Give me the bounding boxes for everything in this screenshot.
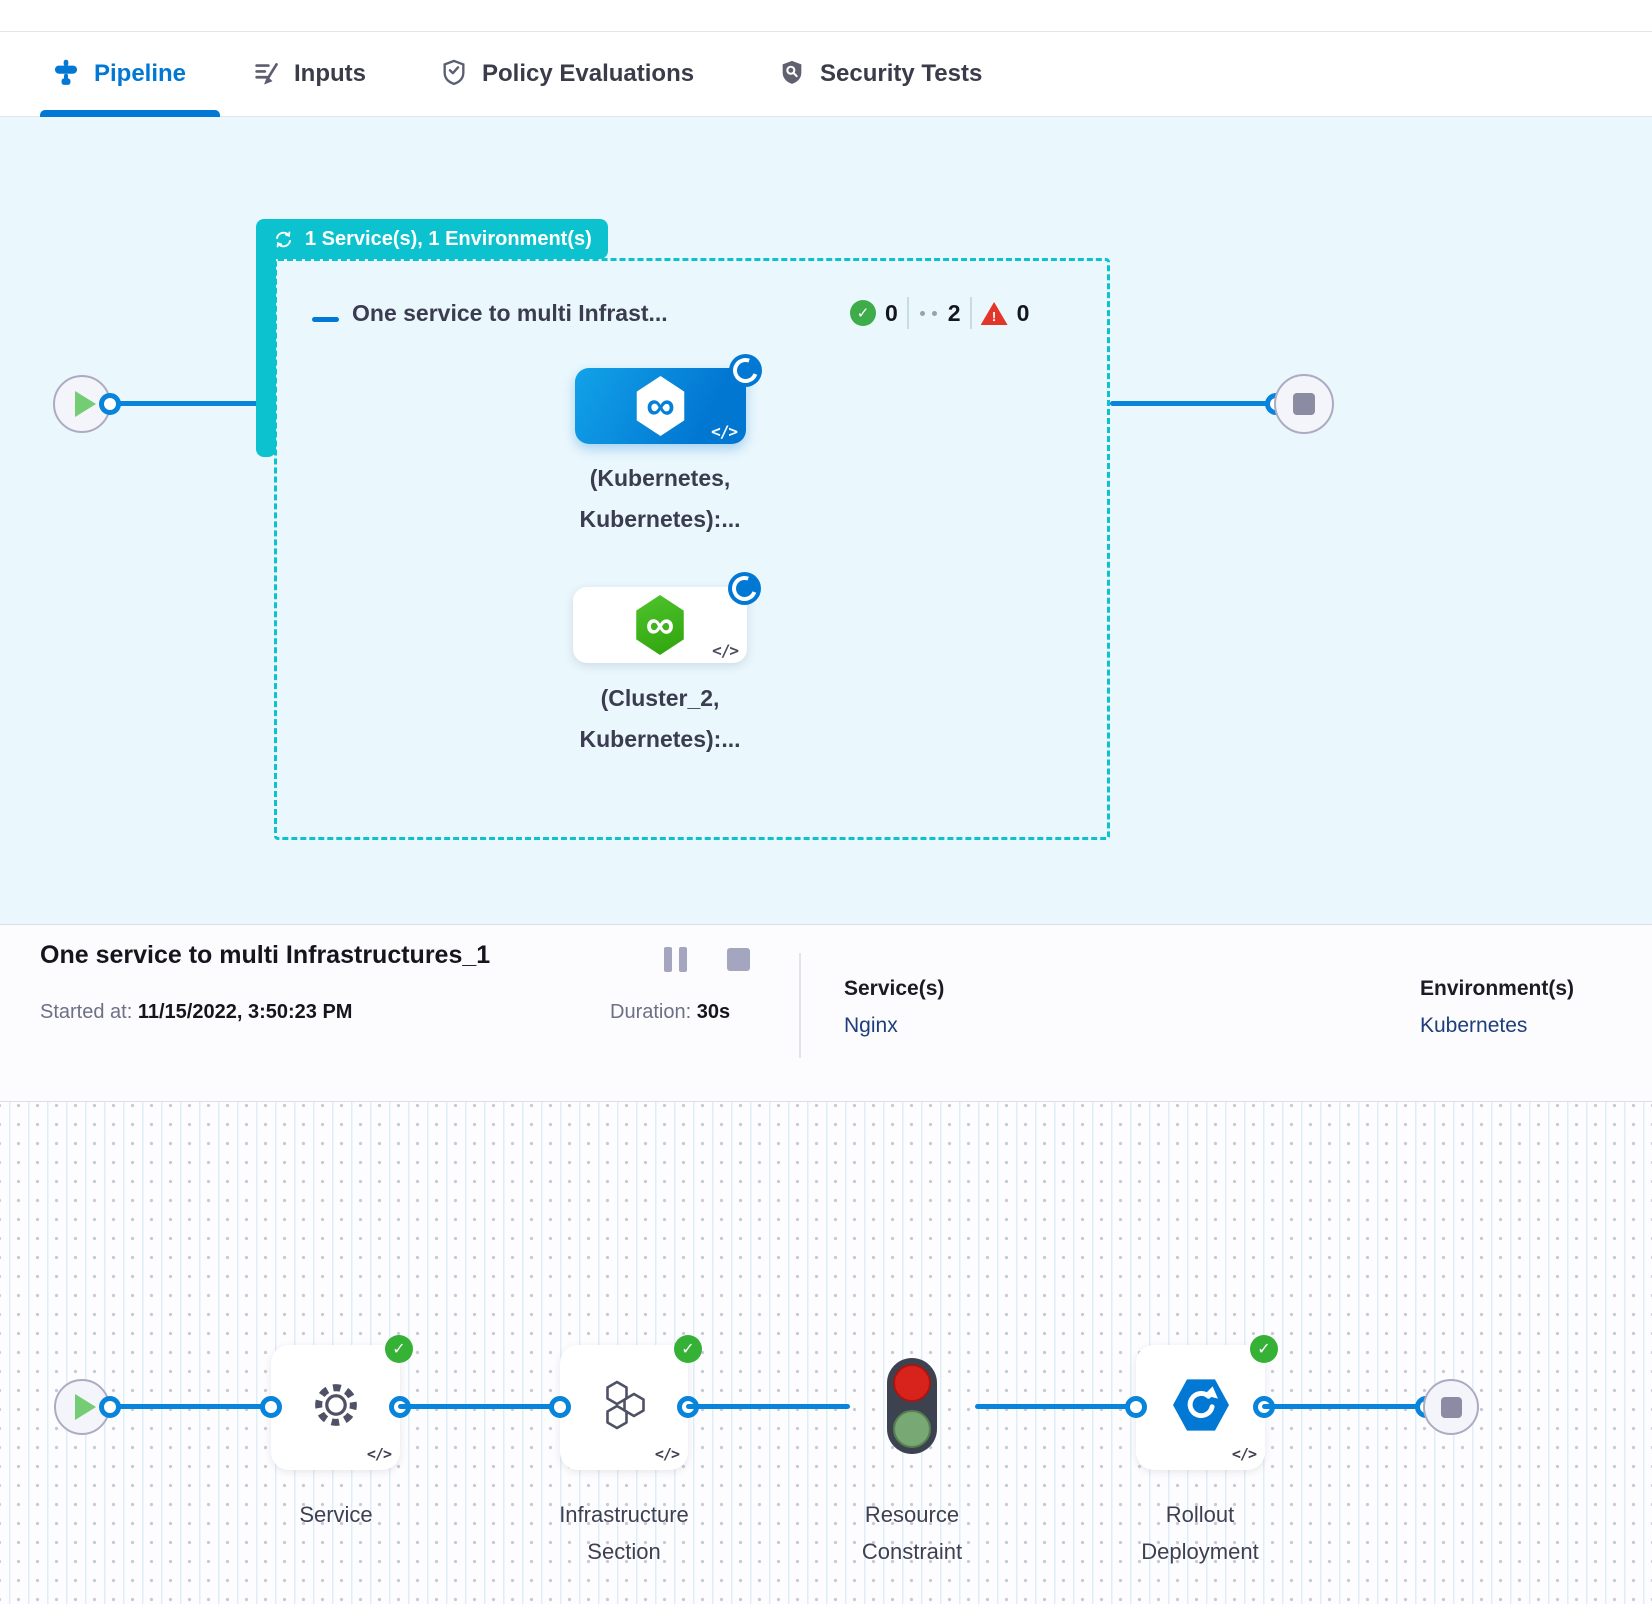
stop-icon xyxy=(1293,393,1315,415)
window-top-strip xyxy=(0,0,1652,32)
code-icon: </> xyxy=(1232,1445,1256,1463)
service-environment-badge-label: 1 Service(s), 1 Environment(s) xyxy=(305,228,592,251)
pipeline-icon xyxy=(52,58,80,91)
inputs-icon xyxy=(252,58,280,91)
stage-label-service: Service xyxy=(221,1496,451,1533)
tab-bar: Pipeline Inputs Policy Evaluations xyxy=(0,32,1652,117)
running-spinner-icon xyxy=(729,354,762,387)
started-at-value: 11/15/2022, 3:50:23 PM xyxy=(138,1001,353,1023)
success-check-icon: ✓ xyxy=(1250,1335,1278,1363)
duration-value: 30s xyxy=(697,1001,730,1023)
hexagons-icon xyxy=(597,1380,651,1435)
traffic-light-red-icon xyxy=(893,1364,931,1402)
stage-label-infrastructure-section: InfrastructureSection xyxy=(509,1496,739,1570)
active-tab-underline xyxy=(40,110,220,117)
connector-line xyxy=(398,1404,562,1409)
gear-icon xyxy=(310,1379,362,1436)
running-spinner-icon xyxy=(728,572,761,605)
tab-security-tests[interactable]: Security Tests xyxy=(778,32,982,116)
duration: Duration: 30s xyxy=(610,1001,730,1024)
service-environment-badge: 1 Service(s), 1 Environment(s) xyxy=(256,219,608,259)
tab-policy-evaluations[interactable]: Policy Evaluations xyxy=(440,32,694,116)
success-check-icon: ✓ xyxy=(385,1335,413,1363)
running-status-icon xyxy=(920,311,937,316)
matrix-status-summary: ✓ 0 2 ! 0 xyxy=(850,297,1029,329)
code-icon: </> xyxy=(712,641,738,660)
code-icon: </> xyxy=(711,422,737,441)
loop-icon xyxy=(272,228,295,251)
stage-resource-constraint[interactable] xyxy=(887,1358,937,1454)
connector-line xyxy=(108,1404,272,1409)
graph-end-node xyxy=(1274,374,1334,434)
matrix-node-cluster2[interactable]: ∞ </> xyxy=(573,587,747,663)
code-icon: </> xyxy=(367,1445,391,1463)
stage-rollout-deployment[interactable]: </> xyxy=(1136,1345,1265,1470)
rollout-deployment-icon xyxy=(1173,1379,1229,1436)
connector-dot xyxy=(99,1396,121,1418)
services-value-link[interactable]: Nginx xyxy=(844,1014,898,1038)
connector-line xyxy=(1110,401,1276,406)
abort-button[interactable] xyxy=(727,948,750,971)
connector-dot xyxy=(1125,1396,1147,1418)
matrix-node-label: (Kubernetes, Kubernetes):... xyxy=(550,458,770,540)
divider xyxy=(970,297,972,329)
environments-label: Environment(s) xyxy=(1420,977,1574,1001)
connector-line xyxy=(975,1404,1137,1409)
duration-label: Duration: xyxy=(610,1001,691,1023)
stage-label-resource-constraint: ResourceConstraint xyxy=(797,1496,1027,1570)
started-at: Started at: 11/15/2022, 3:50:23 PM xyxy=(40,1001,352,1024)
connector-line xyxy=(108,401,266,406)
failed-status-icon: ! xyxy=(981,301,1008,325)
stage-label-rollout-deployment: RolloutDeployment xyxy=(1085,1496,1315,1570)
traffic-light-green-icon xyxy=(893,1410,931,1448)
connector-line xyxy=(686,1404,850,1409)
matrix-node-label: (Cluster_2, Kubernetes):... xyxy=(550,678,770,760)
success-check-icon: ✓ xyxy=(674,1335,702,1363)
harness-logo-icon: ∞ xyxy=(634,376,688,436)
play-icon xyxy=(75,391,96,417)
shield-check-icon xyxy=(440,58,468,91)
shield-search-icon xyxy=(778,58,806,91)
stage-service[interactable]: </> xyxy=(271,1345,400,1470)
started-at-label: Started at: xyxy=(40,1001,132,1023)
tab-pipeline[interactable]: Pipeline xyxy=(52,32,186,116)
connector-dot xyxy=(549,1396,571,1418)
tab-pipeline-label: Pipeline xyxy=(94,60,186,88)
connector-line xyxy=(1262,1404,1427,1409)
matrix-group-title: One service to multi Infrast... xyxy=(352,300,668,327)
execution-title: One service to multi Infrastructures_1 xyxy=(40,941,490,970)
code-icon: </> xyxy=(655,1445,679,1463)
matrix-node-kubernetes[interactable]: ∞ </> xyxy=(575,368,746,444)
divider xyxy=(799,953,801,1058)
tab-inputs[interactable]: Inputs xyxy=(252,32,366,116)
pause-button[interactable] xyxy=(664,947,687,972)
divider xyxy=(907,297,909,329)
success-count: 0 xyxy=(885,300,898,327)
tab-policy-evaluations-label: Policy Evaluations xyxy=(482,60,694,88)
play-icon xyxy=(75,1394,96,1420)
tab-inputs-label: Inputs xyxy=(294,60,366,88)
environments-value-link[interactable]: Kubernetes xyxy=(1420,1014,1527,1038)
connector-dot xyxy=(260,1396,282,1418)
success-status-icon: ✓ xyxy=(850,300,876,326)
running-count: 2 xyxy=(948,300,961,327)
harness-logo-icon: ∞ xyxy=(633,595,687,655)
stage-infrastructure-section[interactable]: </> xyxy=(560,1345,688,1470)
collapse-icon[interactable] xyxy=(312,317,339,322)
pipeline-execution-page: Pipeline Inputs Policy Evaluations xyxy=(0,0,1652,1604)
services-label: Service(s) xyxy=(844,977,944,1001)
canvas-end-node xyxy=(1423,1379,1479,1435)
stop-icon xyxy=(1441,1397,1462,1418)
tab-security-tests-label: Security Tests xyxy=(820,60,982,88)
failed-count: 0 xyxy=(1017,300,1030,327)
connector-dot xyxy=(99,393,121,415)
